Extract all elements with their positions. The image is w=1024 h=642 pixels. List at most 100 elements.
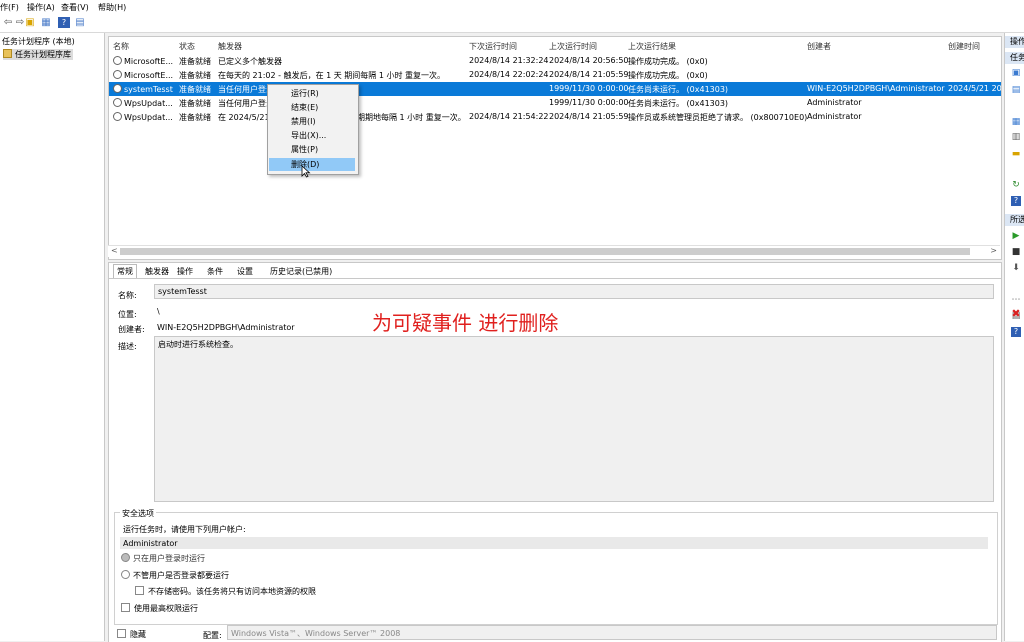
- disable-icon[interactable]: ⬇: [1011, 263, 1021, 273]
- tree-root-scheduler[interactable]: 任务计划程序 (本地): [2, 36, 75, 47]
- task-last-result: 操作成功完成。 (0x0): [628, 57, 708, 66]
- tab-triggers[interactable]: 触发器: [145, 266, 169, 277]
- scroll-right-icon[interactable]: >: [990, 246, 997, 255]
- help-icon[interactable]: ?: [1011, 327, 1021, 337]
- actions-selected-header[interactable]: 所选: [1005, 214, 1024, 226]
- radio-selected-icon: [121, 553, 130, 562]
- new-folder-icon[interactable]: ▬: [1011, 149, 1021, 159]
- back-arrow-icon[interactable]: ⇦: [2, 17, 14, 28]
- menu-item-disable[interactable]: 禁用(I): [269, 115, 355, 128]
- folder-icon: [3, 49, 12, 58]
- import-icon[interactable]: ▤: [1011, 85, 1021, 95]
- name-field[interactable]: systemTesst: [154, 284, 994, 299]
- console-tree: 任务计划程序 (本地) 任务计划程序库: [0, 33, 105, 641]
- task-status: 准备就绪: [179, 99, 211, 108]
- radio-whether-logged-on[interactable]: 不管用户是否登录都要运行: [121, 570, 229, 581]
- checkbox-no-store-password[interactable]: 不存储密码。该任务将只有访问本地资源的权限: [135, 586, 316, 597]
- task-last-run: 1999/11/30 0:00:00: [549, 98, 629, 107]
- actions-task-header[interactable]: 任务: [1005, 52, 1024, 64]
- task-trigger: 当任何用户登录: [218, 99, 268, 108]
- task-author: Administrator: [807, 98, 862, 107]
- folder-up-icon[interactable]: ▣: [24, 17, 36, 28]
- run-icon[interactable]: ▶: [1011, 231, 1021, 241]
- tab-conditions[interactable]: 条件: [207, 266, 223, 277]
- menu-item-delete[interactable]: 删除(D): [269, 158, 355, 171]
- checkbox-highest-label: 使用最高权限运行: [134, 604, 198, 613]
- table-row-selected[interactable]: systemTesst 准备就绪 当任何用户登录 1999/11/30 0:00…: [109, 82, 1001, 96]
- checkbox-hidden[interactable]: 隐藏: [117, 629, 146, 640]
- task-author: Administrator: [807, 112, 862, 121]
- table-row[interactable]: WpsUpdat... 准备就绪 当任何用户登录 1999/11/30 0:00…: [109, 96, 1001, 110]
- tab-divider: [109, 278, 1001, 279]
- display-icon[interactable]: ▦: [1011, 117, 1021, 127]
- name-label: 名称:: [118, 291, 137, 300]
- task-name: WpsUpdat...: [124, 113, 173, 122]
- task-created: 2024/5/21 20: [948, 84, 1002, 93]
- task-next-run: 2024/8/14 21:32:24: [469, 56, 549, 65]
- radio-whether-label: 不管用户是否登录都要运行: [133, 571, 229, 580]
- task-last-run: 2024/8/14 21:05:59: [549, 70, 629, 79]
- task-trigger: 在 2024/5/21: [218, 113, 268, 122]
- task-last-run: 2024/8/14 20:56:50: [549, 56, 629, 65]
- tab-general[interactable]: 常规: [113, 264, 137, 278]
- help-icon[interactable]: ?: [58, 17, 70, 28]
- menu-bar: 作(F) 操作(A) 查看(V) 帮助(H): [0, 0, 1024, 14]
- task-status: 准备就绪: [179, 71, 211, 80]
- tab-history[interactable]: 历史记录(已禁用): [270, 266, 332, 277]
- table-row[interactable]: WpsUpdat... 准备就绪 在 2024/5/21 期期地每隔 1 小时 …: [109, 110, 1001, 124]
- column-header-created[interactable]: 创建时间: [948, 41, 980, 52]
- task-name: MicrosoftE...: [124, 71, 174, 80]
- create-task-icon[interactable]: ▣: [1011, 68, 1021, 78]
- menu-file[interactable]: 作(F): [0, 2, 19, 13]
- scrollbar-thumb[interactable]: [120, 248, 970, 255]
- menu-item-properties[interactable]: 属性(P): [269, 143, 355, 156]
- task-last-result: 操作员或系统管理员拒绝了请求。 (0x800710E0): [628, 113, 808, 122]
- column-header-last-run[interactable]: 上次运行时间: [549, 41, 597, 52]
- menu-item-export[interactable]: 导出(X)...: [269, 129, 355, 142]
- task-name: WpsUpdat...: [124, 99, 173, 108]
- column-header-trigger[interactable]: 触发器: [218, 41, 242, 52]
- tab-actions[interactable]: 操作: [177, 266, 193, 277]
- menu-view[interactable]: 查看(V): [61, 2, 89, 13]
- task-author: WIN-E2Q5H2DPBGH\Administrator: [807, 84, 945, 93]
- clock-icon: [113, 112, 122, 121]
- help-icon[interactable]: ?: [1011, 196, 1021, 206]
- column-header-next-run[interactable]: 下次运行时间: [469, 41, 517, 52]
- task-last-run: 2024/8/14 21:05:59: [549, 112, 629, 121]
- scroll-left-icon[interactable]: <: [111, 246, 118, 255]
- radio-logged-on-label: 只在用户登录时运行: [133, 554, 205, 563]
- menu-help[interactable]: 帮助(H): [98, 2, 126, 13]
- column-header-name[interactable]: 名称: [113, 41, 129, 52]
- config-label: 配置:: [203, 631, 222, 640]
- description-field[interactable]: 启动时进行系统检查。: [154, 336, 994, 502]
- action-pane-icon[interactable]: ▤: [74, 17, 86, 28]
- config-select[interactable]: Windows Vista™、Windows Server™ 2008: [227, 625, 997, 640]
- end-icon[interactable]: ■: [1011, 247, 1021, 257]
- table-row[interactable]: MicrosoftE... 准备就绪 已定义多个触发器 2024/8/14 21…: [109, 54, 1001, 68]
- disable-history-icon[interactable]: ▥: [1011, 132, 1021, 142]
- task-trigger: 在每天的 21:02 - 触发后，在 1 天 期间每隔 1 小时 重复一次。: [218, 71, 446, 80]
- checkbox-hidden-label: 隐藏: [130, 630, 146, 639]
- tab-settings[interactable]: 设置: [237, 266, 253, 277]
- task-name: MicrosoftE...: [124, 57, 174, 66]
- refresh-icon[interactable]: ↻: [1011, 180, 1021, 190]
- table-row[interactable]: MicrosoftE... 准备就绪 在每天的 21:02 - 触发后，在 1 …: [109, 68, 1001, 82]
- author-label: 创建者:: [118, 325, 145, 334]
- task-last-result: 任务尚未运行。 (0x41303): [628, 99, 729, 108]
- export-icon[interactable]: ⋯: [1011, 295, 1021, 305]
- menu-action[interactable]: 操作(A): [27, 2, 55, 13]
- checkbox-no-store-label: 不存储密码。该任务将只有访问本地资源的权限: [148, 587, 316, 596]
- console-tree-icon[interactable]: ▦: [40, 17, 52, 28]
- menu-item-end[interactable]: 结束(E): [269, 101, 355, 114]
- column-header-last-result[interactable]: 上次运行结果: [628, 41, 676, 52]
- location-value: \: [157, 307, 160, 316]
- column-header-status[interactable]: 状态: [179, 41, 195, 52]
- radio-logged-on[interactable]: 只在用户登录时运行: [121, 553, 205, 564]
- column-header-author[interactable]: 创建者: [807, 41, 831, 52]
- security-options-group: [114, 512, 998, 625]
- horizontal-scrollbar[interactable]: < >: [108, 245, 1000, 257]
- checkbox-highest-privileges[interactable]: 使用最高权限运行: [121, 603, 198, 614]
- menu-item-run[interactable]: 运行(R): [269, 87, 355, 100]
- tree-item-library[interactable]: 任务计划程序库: [3, 49, 73, 60]
- delete-icon[interactable]: ✖: [1011, 308, 1021, 319]
